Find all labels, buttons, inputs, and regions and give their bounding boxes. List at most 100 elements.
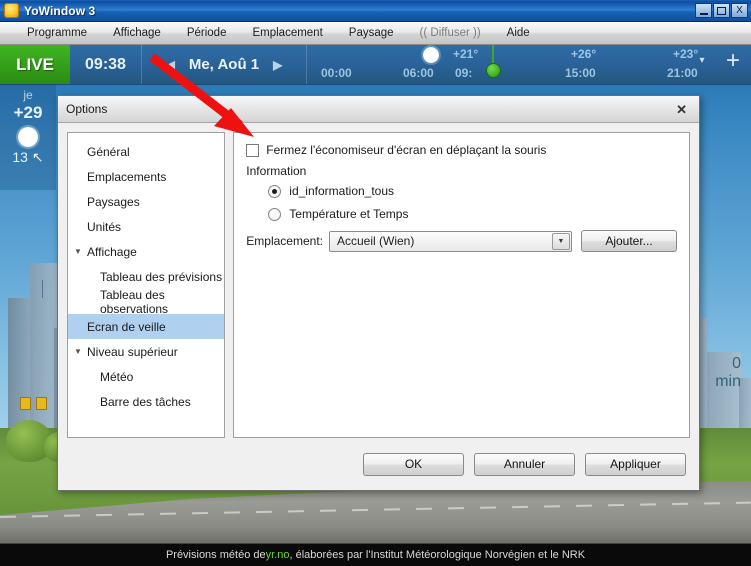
information-group-label: Information xyxy=(246,164,307,178)
credits-bar: Prévisions météo de yr.no, élaborées par… xyxy=(0,543,751,566)
scene-side-text-line2: min xyxy=(715,373,741,390)
sun-icon xyxy=(4,3,19,18)
yr-no-link[interactable]: yr.no xyxy=(266,549,290,561)
radio-row-temperature-et-temps[interactable]: Température et Temps xyxy=(268,207,677,221)
timeline-track[interactable]: 00:00 06:00 09: 15:00 21:00 +21° +26° +2… xyxy=(307,39,751,84)
live-timeline-bar: LIVE 09:38 ◀ Me, Aoû 1 ▶ 00:00 06:00 09:… xyxy=(0,39,751,85)
forecast-wind-speed: 13 xyxy=(12,149,28,165)
tree-item-general[interactable]: Général xyxy=(68,139,224,164)
road-sign xyxy=(20,397,31,410)
live-badge[interactable]: LIVE xyxy=(0,45,70,84)
tree-item-meteo[interactable]: Météo xyxy=(68,364,224,389)
chevron-down-icon[interactable]: ▾ xyxy=(693,52,711,70)
timeline-temp-label: +21° xyxy=(453,47,479,61)
forecast-wind: 13 ↖ xyxy=(0,149,56,166)
window-title: YoWindow 3 xyxy=(24,3,96,18)
menu-item-periode[interactable]: Période xyxy=(174,25,240,41)
close-button[interactable]: X xyxy=(731,3,748,18)
tree-item-paysages[interactable]: Paysages xyxy=(68,189,224,214)
sun-icon xyxy=(18,127,38,147)
timeline-hour-label: 09: xyxy=(455,66,473,80)
menu-item-affichage[interactable]: Affichage xyxy=(100,25,174,41)
radio-temperature-et-temps[interactable] xyxy=(268,207,282,221)
radio-row-information-tous[interactable]: id_information_tous xyxy=(268,184,677,198)
timeline-hour-label: 06:00 xyxy=(403,66,434,80)
application-window: Prévisions météo de yr.no, élaborées par… xyxy=(0,0,751,566)
tree-item-label: Général xyxy=(87,144,130,159)
add-location-button[interactable]: + xyxy=(721,49,745,74)
date-navigator: ◀ Me, Aoû 1 ▶ xyxy=(142,45,307,84)
dialog-body: Général Emplacements Paysages Unités ▼ A… xyxy=(58,123,699,438)
menu-item-diffuser[interactable]: (( Diffuser )) xyxy=(407,25,494,41)
tree-item-unites[interactable]: Unités xyxy=(68,214,224,239)
forecast-day-name: je xyxy=(23,88,33,102)
menu-item-aide[interactable]: Aide xyxy=(494,25,543,41)
close-screensaver-label: Fermez l'économiseur d'écran en déplaçan… xyxy=(266,143,547,157)
tree-item-tableau-des-observations[interactable]: Tableau des observations xyxy=(68,287,224,316)
emplacement-select[interactable]: Accueil (Wien) ▼ xyxy=(329,230,572,252)
clock-display: 09:38 xyxy=(70,45,142,84)
prev-day-icon[interactable]: ◀ xyxy=(166,58,175,72)
apply-button[interactable]: Appliquer xyxy=(585,452,686,476)
timeline-temp-label: +26° xyxy=(571,47,597,61)
tree-item-barre-des-taches[interactable]: Barre des tâches xyxy=(68,389,224,414)
tree-item-label: Emplacements xyxy=(87,169,167,184)
tree-item-label: Affichage xyxy=(87,244,137,259)
tree-item-ecran-de-veille[interactable]: Ecran de veille xyxy=(68,314,225,339)
tree-group-niveau-superieur[interactable]: ▼ Niveau supérieur xyxy=(68,339,224,364)
tree-item-label: Paysages xyxy=(87,194,140,209)
dialog-title: Options xyxy=(66,102,108,116)
tree-item-label: Niveau supérieur xyxy=(87,344,178,359)
tree-item-tableau-des-previsions[interactable]: Tableau des prévisions xyxy=(68,264,224,289)
tree-item-label: Tableau des observations xyxy=(100,287,169,316)
credits-text-after: , élaborées par l'Institut Météorologiqu… xyxy=(289,549,586,561)
menu-item-paysage[interactable]: Paysage xyxy=(336,25,407,41)
scene-side-text-line1: 0 xyxy=(732,355,741,372)
antenna-decor xyxy=(42,280,43,298)
chevron-down-icon[interactable]: ▼ xyxy=(74,247,87,256)
close-screensaver-checkbox-row[interactable]: Fermez l'économiseur d'écran en déplaçan… xyxy=(246,143,677,157)
close-icon[interactable]: ✕ xyxy=(672,103,691,116)
next-day-icon[interactable]: ▶ xyxy=(273,58,282,72)
scene-side-text: 0 min xyxy=(715,355,741,391)
dialog-titlebar: Options ✕ xyxy=(58,96,699,123)
options-content-panel: Fermez l'économiseur d'écran en déplaçan… xyxy=(233,132,690,438)
menu-bar: Programme Affichage Période Emplacement … xyxy=(0,22,751,45)
menu-item-programme[interactable]: Programme xyxy=(14,25,100,41)
minimize-button[interactable] xyxy=(695,3,712,18)
tree-item-label: Météo xyxy=(100,369,134,384)
add-location-button[interactable]: Ajouter... xyxy=(581,230,677,252)
timeline-hour-label: 00:00 xyxy=(321,66,352,80)
emplacement-label: Emplacement: xyxy=(246,234,323,248)
emplacement-selected-value: Accueil (Wien) xyxy=(337,234,415,248)
emplacement-row: Emplacement: Accueil (Wien) ▼ Ajouter... xyxy=(246,230,677,252)
sun-icon xyxy=(423,47,439,63)
tree-group-affichage[interactable]: ▼ Affichage xyxy=(68,239,224,264)
wind-direction-icon: ↖ xyxy=(31,149,44,165)
cancel-button[interactable]: Annuler xyxy=(474,452,575,476)
tree-item-label: Tableau des prévisions xyxy=(100,269,223,284)
options-dialog: Options ✕ Général Emplacements Paysages … xyxy=(57,95,700,491)
radio-label: Température et Temps xyxy=(289,207,409,221)
forecast-day-temp: +29 xyxy=(13,103,43,122)
options-tree: Général Emplacements Paysages Unités ▼ A… xyxy=(67,132,226,438)
now-marker-handle[interactable] xyxy=(486,63,501,78)
tree-item-label: Unités xyxy=(87,219,122,234)
credits-text-before: Prévisions météo de xyxy=(165,549,266,561)
window-titlebar: YoWindow 3 X xyxy=(0,0,751,22)
chevron-down-icon[interactable]: ▼ xyxy=(552,232,570,250)
current-date-label: Me, Aoû 1 xyxy=(188,56,260,73)
close-screensaver-checkbox[interactable] xyxy=(246,143,260,157)
radio-information-tous[interactable] xyxy=(268,184,282,198)
maximize-button[interactable] xyxy=(713,3,730,18)
radio-label: id_information_tous xyxy=(289,184,395,198)
dialog-footer: OK Annuler Appliquer xyxy=(58,438,699,490)
timeline-hour-label: 15:00 xyxy=(565,66,596,80)
chevron-down-icon[interactable]: ▼ xyxy=(74,347,87,356)
road-sign xyxy=(36,397,47,410)
ok-button[interactable]: OK xyxy=(363,452,464,476)
tree-item-emplacements[interactable]: Emplacements xyxy=(68,164,224,189)
menu-item-emplacement[interactable]: Emplacement xyxy=(239,25,335,41)
tree-item-label: Barre des tâches xyxy=(100,394,191,409)
forecast-day-column[interactable]: je +29 13 ↖ xyxy=(0,85,56,190)
